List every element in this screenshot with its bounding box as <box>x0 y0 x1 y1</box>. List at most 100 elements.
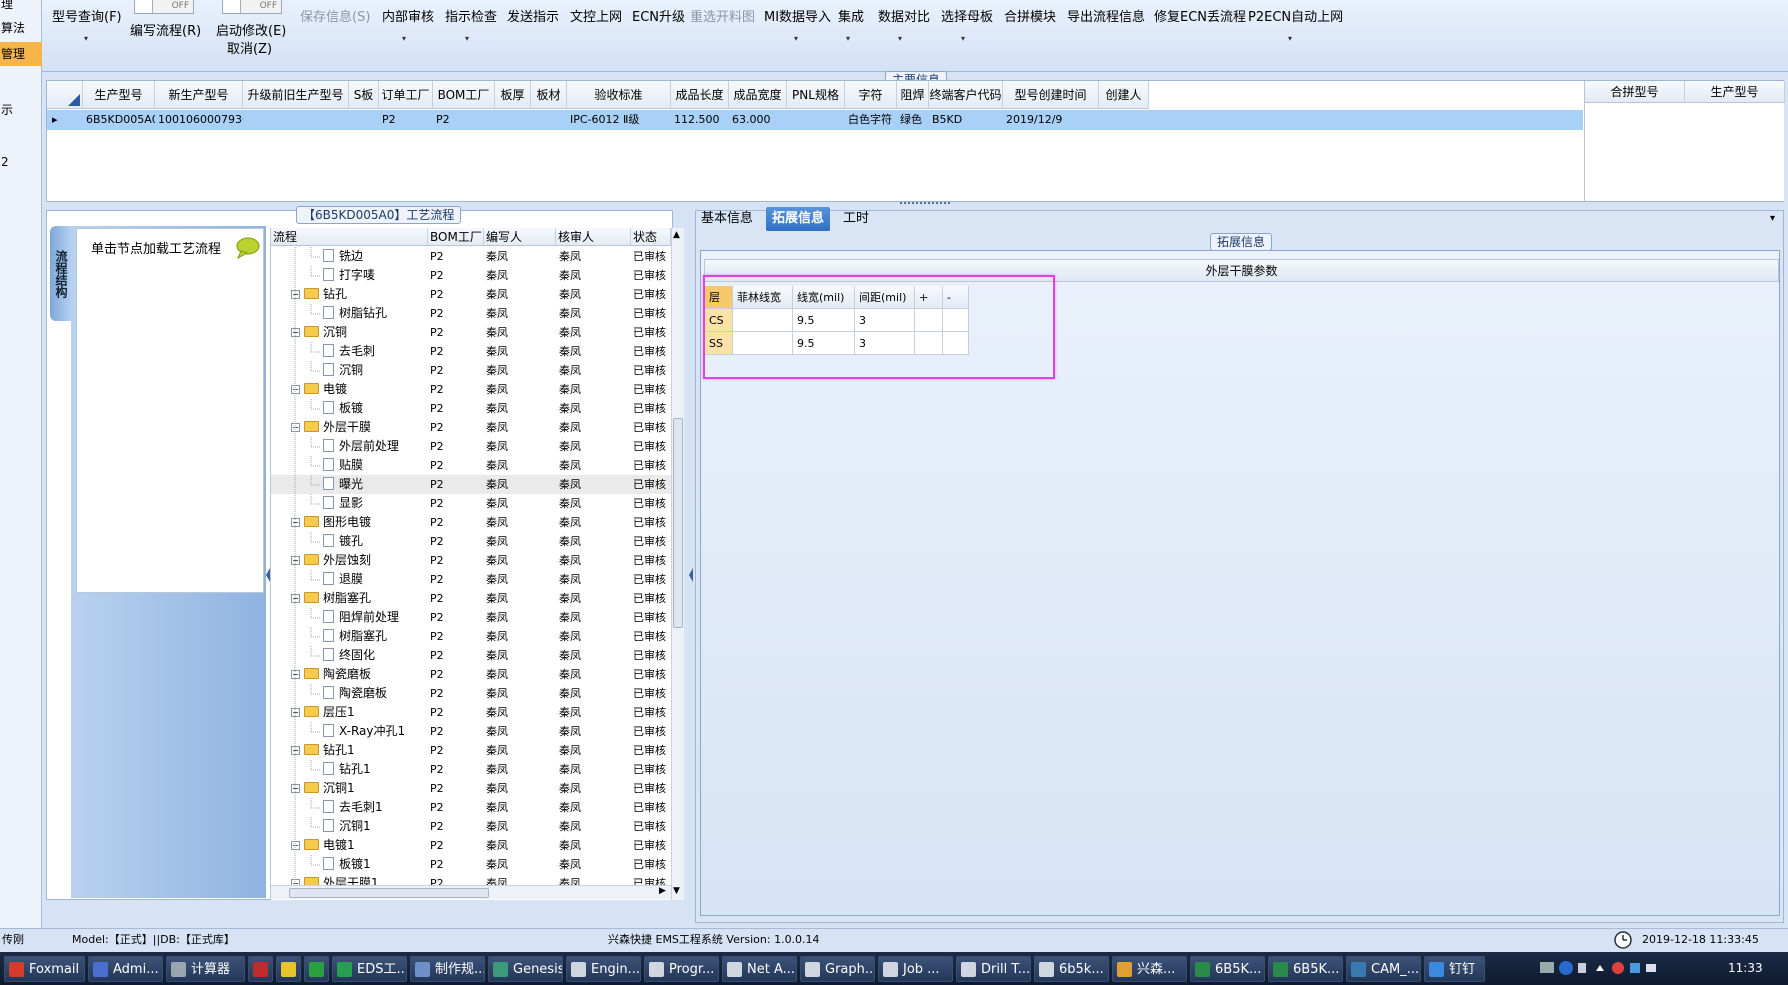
module-item-selected[interactable]: 管理 <box>0 42 42 66</box>
taskbar-button[interactable]: 6B5K... <box>1268 956 1343 982</box>
taskbar-button[interactable]: 6b5k... <box>1034 956 1109 982</box>
tree-row[interactable]: 沉铜1 P2 秦凤 秦凤 已审核 <box>271 817 671 836</box>
chevron-down-icon[interactable]: ▾ <box>961 34 965 43</box>
chevron-down-icon[interactable]: ▾ <box>794 34 798 43</box>
table-cell[interactable]: P2 <box>433 110 495 130</box>
column-header[interactable]: 字符 <box>845 81 897 109</box>
scroll-thumb[interactable] <box>289 888 489 898</box>
tree-row[interactable]: − 外层蚀刻 P2 秦凤 秦凤 已审核 <box>271 551 671 570</box>
taskbar-button[interactable] <box>304 956 329 982</box>
save-info-button[interactable]: 保存信息(S) <box>300 6 370 25</box>
tree-row[interactable]: − 钻孔1 P2 秦凤 秦凤 已审核 <box>271 741 671 760</box>
collapse-icon[interactable]: − <box>291 670 300 679</box>
table-cell[interactable]: B5KD <box>929 110 1003 130</box>
tree-row[interactable]: 沉铜 P2 秦凤 秦凤 已审核 <box>271 361 671 380</box>
taskbar-button[interactable]: Graph... <box>800 956 875 982</box>
table-cell[interactable]: 白色字符 <box>845 110 897 130</box>
chevron-down-icon[interactable]: ▾ <box>465 34 469 43</box>
column-header[interactable]: 验收标准 <box>567 81 671 109</box>
column-header[interactable]: BOM工厂 <box>433 81 495 109</box>
taskbar-button[interactable]: 兴森... <box>1112 956 1187 982</box>
tree-row[interactable]: 曝光 P2 秦凤 秦凤 已审核 <box>271 475 671 494</box>
scroll-right-icon[interactable]: ▶ <box>659 886 666 896</box>
tree-row[interactable]: − 陶瓷磨板 P2 秦凤 秦凤 已审核 <box>271 665 671 684</box>
scroll-up-icon[interactable]: ▲ <box>673 230 680 240</box>
column-header[interactable]: 型号创建时间 <box>1003 81 1099 109</box>
column-header[interactable]: PNL规格 <box>787 81 845 109</box>
taskbar-button[interactable]: Drill T... <box>956 956 1031 982</box>
table-cell[interactable]: 2019/12/9 <box>1003 110 1099 130</box>
table-cell[interactable]: 6B5KD005A0 <box>83 110 155 130</box>
module-item[interactable]: 2 <box>0 152 42 172</box>
scroll-thumb[interactable] <box>673 418 683 628</box>
integrate-button[interactable]: 集成 ▾ <box>838 6 864 43</box>
table-cell[interactable] <box>787 110 845 130</box>
tree-row[interactable]: − 沉铜 P2 秦凤 秦凤 已审核 <box>271 323 671 342</box>
toggle-switch[interactable]: OFF <box>134 0 194 14</box>
tree-row[interactable]: 贴膜 P2 秦凤 秦凤 已审核 <box>271 456 671 475</box>
tree-row[interactable]: − 钻孔 P2 秦凤 秦凤 已审核 <box>271 285 671 304</box>
chevron-down-icon[interactable]: ▾ <box>402 34 406 43</box>
column-header[interactable]: 终端客户代码 <box>929 81 1003 109</box>
table-cell[interactable]: 112.500 <box>671 110 729 130</box>
tree-row[interactable]: 阻焊前处理 P2 秦凤 秦凤 已审核 <box>271 608 671 627</box>
select-mother-board-button[interactable]: 选择母板 ▾ <box>941 6 993 43</box>
chevron-down-icon[interactable]: ▾ <box>898 34 902 43</box>
column-header[interactable]: 创建人 <box>1099 81 1149 109</box>
tree-row[interactable]: 镀孔 P2 秦凤 秦凤 已审核 <box>271 532 671 551</box>
center-splitter-grip[interactable] <box>689 540 694 610</box>
tree-row[interactable]: − 外层干膜 P2 秦凤 秦凤 已审核 <box>271 418 671 437</box>
taskbar-button[interactable]: Engin... <box>566 956 641 982</box>
collapse-icon[interactable]: − <box>291 385 300 394</box>
collapse-icon[interactable]: − <box>291 518 300 527</box>
ecn-upgrade-button[interactable]: ECN升级 <box>632 6 685 25</box>
column-header[interactable]: 合拼型号 <box>1585 81 1685 103</box>
table-cell[interactable] <box>1099 110 1149 130</box>
horizontal-scrollbar[interactable]: ▶ <box>271 885 671 899</box>
column-header[interactable]: 生产型号 <box>1685 81 1785 103</box>
table-cell[interactable]: P2 <box>379 110 433 130</box>
collapse-icon[interactable]: − <box>291 290 300 299</box>
tree-row[interactable]: 板镀 P2 秦凤 秦凤 已审核 <box>271 399 671 418</box>
taskbar-button[interactable]: Net A... <box>722 956 797 982</box>
tree-row[interactable]: 板镀1 P2 秦凤 秦凤 已审核 <box>271 855 671 874</box>
tree-row[interactable]: 外层前处理 P2 秦凤 秦凤 已审核 <box>271 437 671 456</box>
taskbar-button[interactable]: EDS工... <box>332 956 407 982</box>
taskbar-button[interactable]: Admi... <box>88 956 163 982</box>
taskbar-button[interactable] <box>276 956 301 982</box>
chevron-down-icon[interactable]: ▾ <box>846 34 850 43</box>
tab-work-hours[interactable]: 工时 <box>837 207 875 231</box>
tree-row[interactable]: 钻孔1 P2 秦凤 秦凤 已审核 <box>271 760 671 779</box>
taskbar-button[interactable]: 计算器 <box>166 956 245 982</box>
column-header[interactable]: BOM工厂 <box>428 228 484 246</box>
tree-row[interactable]: 去毛刺1 P2 秦凤 秦凤 已审核 <box>271 798 671 817</box>
collapse-icon[interactable]: − <box>291 556 300 565</box>
tree-row[interactable]: 打字唛 P2 秦凤 秦凤 已审核 <box>271 266 671 285</box>
tree-row[interactable]: − 外层干膜1 P2 秦凤 秦凤 已审核 <box>271 874 671 885</box>
tray-icons[interactable] <box>1538 958 1662 978</box>
column-header[interactable]: 状态 <box>631 228 671 246</box>
cancel-button[interactable]: 取消(Z) <box>227 38 272 57</box>
module-item[interactable]: 示 <box>0 100 42 120</box>
column-header[interactable]: 编写人 <box>484 228 556 246</box>
table-cell[interactable]: IPC-6012 Ⅱ级 <box>567 110 671 130</box>
tab-basic-info[interactable]: 基本信息 <box>695 207 759 231</box>
tree-row[interactable]: − 层压1 P2 秦凤 秦凤 已审核 <box>271 703 671 722</box>
column-header[interactable]: 订单工厂 <box>379 81 433 109</box>
taskbar-button[interactable]: Job ... <box>878 956 953 982</box>
chevron-down-icon[interactable]: ▾ <box>1770 213 1775 224</box>
flow-structure-tab[interactable]: 流程结构 <box>50 226 72 321</box>
toggle-switch[interactable]: OFF <box>222 0 282 14</box>
taskbar-button[interactable]: Foxmail <box>4 956 85 982</box>
tree-row[interactable]: 陶瓷磨板 P2 秦凤 秦凤 已审核 <box>271 684 671 703</box>
merge-module-button[interactable]: 合拼模块 <box>1004 6 1056 25</box>
write-flow-button[interactable]: 编写流程(R) <box>130 20 201 39</box>
collapse-icon[interactable]: − <box>291 841 300 850</box>
taskbar-button[interactable]: Genesis <box>488 956 563 982</box>
tree-row[interactable]: X-Ray冲孔1 P2 秦凤 秦凤 已审核 <box>271 722 671 741</box>
column-header[interactable]: 板材 <box>531 81 567 109</box>
export-flow-info-button[interactable]: 导出流程信息 <box>1067 6 1145 25</box>
tree-row[interactable]: − 电镀 P2 秦凤 秦凤 已审核 <box>271 380 671 399</box>
data-compare-button[interactable]: 数据对比 ▾ <box>878 6 930 43</box>
tree-row[interactable]: − 树脂塞孔 P2 秦凤 秦凤 已审核 <box>271 589 671 608</box>
